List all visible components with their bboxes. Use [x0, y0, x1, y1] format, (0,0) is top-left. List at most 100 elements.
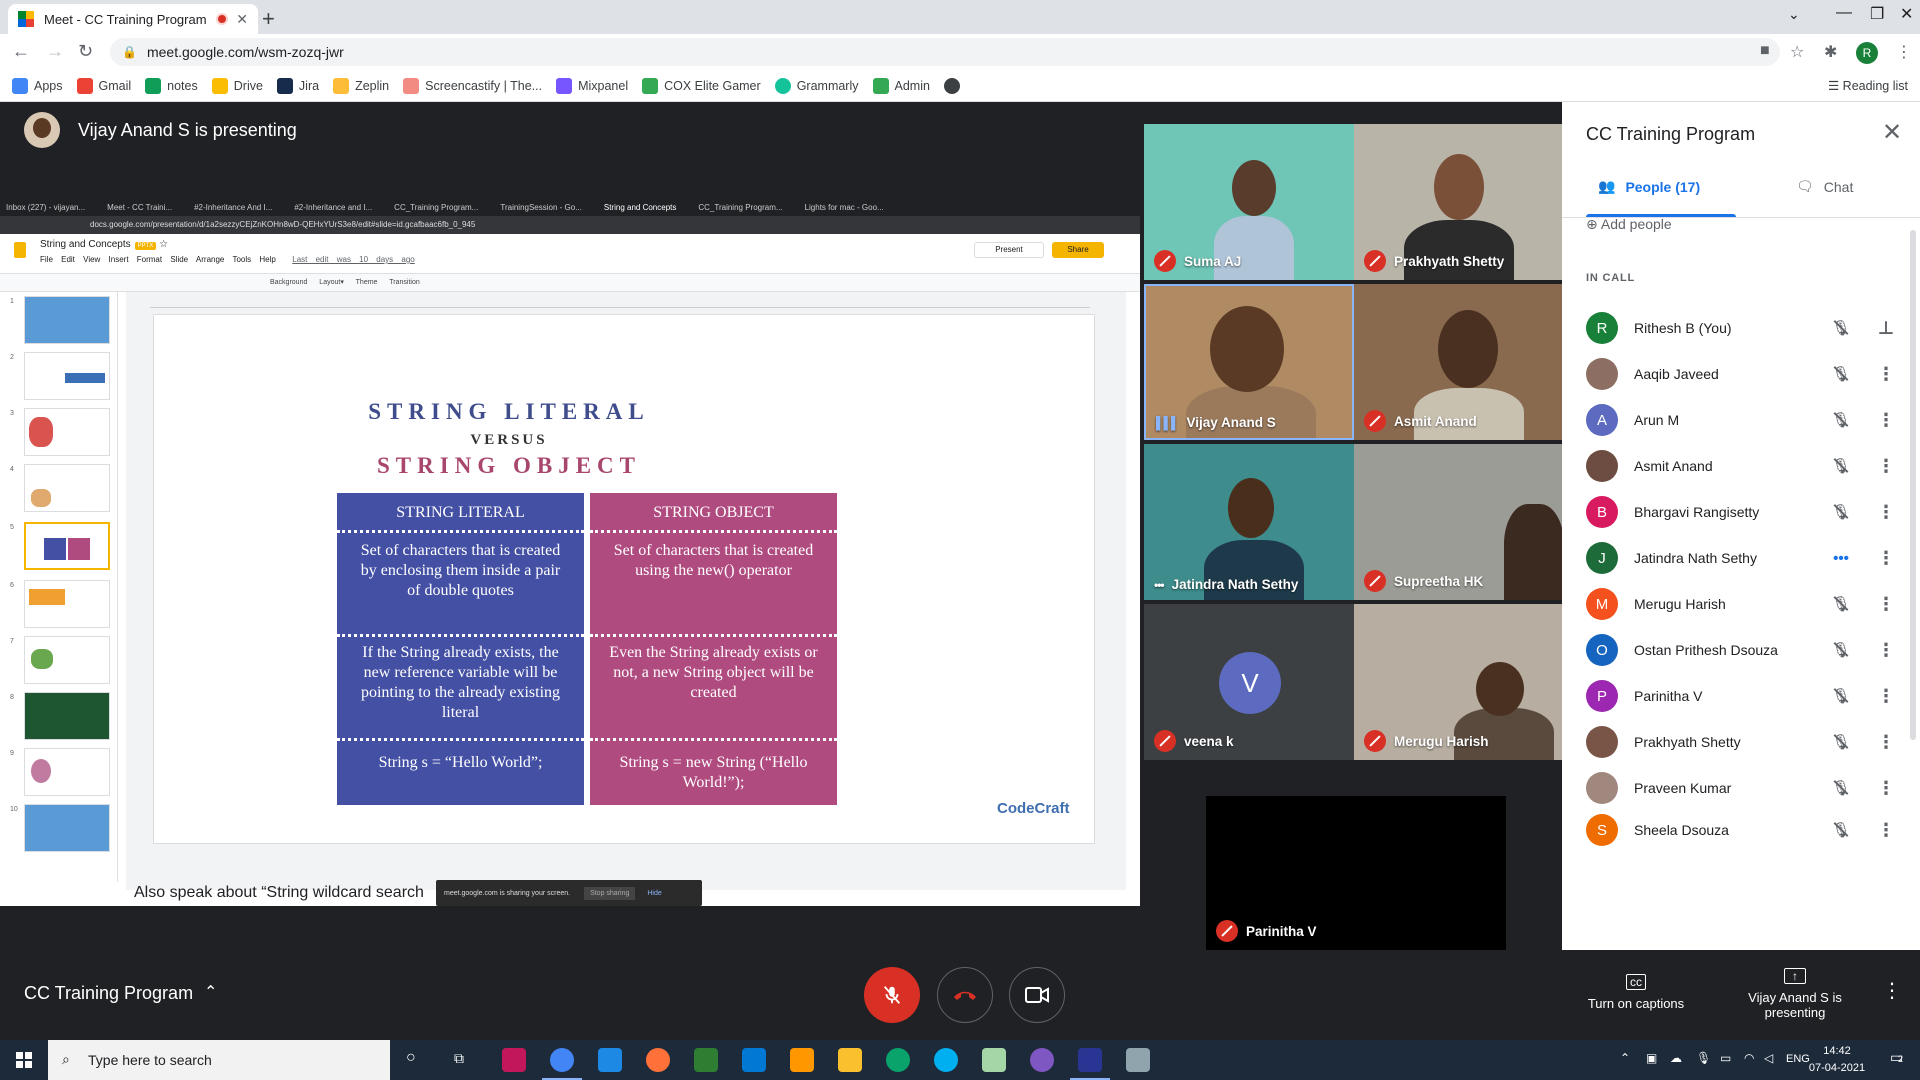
- turn-on-captions-button[interactable]: cc Turn on captions: [1578, 974, 1694, 1011]
- tab-people[interactable]: 👥 People (17): [1598, 178, 1700, 195]
- close-tab-icon[interactable]: ✕: [236, 11, 248, 28]
- forward-arrow-icon[interactable]: →: [46, 41, 64, 62]
- bookmark-notes[interactable]: notes: [145, 77, 198, 94]
- microphone-icon[interactable]: 🎙: [1696, 1051, 1711, 1065]
- windows-start-icon[interactable]: [16, 1052, 32, 1068]
- meeting-details-button[interactable]: CC Training Program: [24, 983, 193, 1004]
- gitkraken-icon[interactable]: [694, 1048, 718, 1072]
- leave-call-button[interactable]: [937, 967, 993, 1023]
- bookmark-mixpanel[interactable]: Mixpanel: [556, 77, 628, 94]
- task-view-icon[interactable]: ⧉: [454, 1050, 464, 1067]
- participant-tile[interactable]: ••• Jatindra Nath Sethy: [1144, 444, 1354, 600]
- participant-row[interactable]: Aaqib Javeed 🎙 ⋮: [1586, 351, 1896, 397]
- more-options-icon[interactable]: ⋮: [1876, 364, 1896, 385]
- chevron-up-icon[interactable]: ⌃: [204, 982, 217, 1002]
- sublime-icon[interactable]: [790, 1048, 814, 1072]
- more-options-icon[interactable]: ⋮: [1876, 686, 1896, 707]
- bookmark-bulb[interactable]: [943, 77, 966, 94]
- more-options-icon[interactable]: ⋮: [1876, 410, 1896, 431]
- profile-avatar[interactable]: R: [1856, 42, 1878, 64]
- presenting-now-button[interactable]: ↑ Vijay Anand S is presenting: [1740, 968, 1850, 1020]
- participant-tile[interactable]: Prakhyath Shetty: [1354, 124, 1562, 280]
- restore-button[interactable]: ❐: [1870, 4, 1884, 24]
- bookmark-cox-elite-gamer[interactable]: COX Elite Gamer: [642, 77, 761, 94]
- participant-tile[interactable]: V veena k: [1144, 604, 1354, 760]
- bookmark-gmail[interactable]: Gmail: [76, 77, 131, 94]
- more-options-icon[interactable]: ⋮: [1876, 548, 1896, 569]
- participant-row[interactable]: B Bhargavi Rangisetty 🎙 ⋮: [1586, 489, 1896, 535]
- system-clock[interactable]: 14:42 07-04-2021: [1802, 1043, 1872, 1077]
- participant-tile[interactable]: Suma AJ: [1144, 124, 1354, 280]
- onedrive-icon[interactable]: ☁: [1670, 1051, 1682, 1065]
- participant-row[interactable]: Asmit Anand 🎙 ⋮: [1586, 443, 1896, 489]
- more-options-icon[interactable]: ⋮: [1876, 640, 1896, 661]
- participant-row[interactable]: R Rithesh B (You) 🎙 ⊥: [1586, 305, 1896, 351]
- minimize-button[interactable]: —: [1836, 4, 1852, 22]
- new-tab-button[interactable]: +: [262, 6, 275, 32]
- more-options-icon[interactable]: ⋮: [1876, 594, 1896, 615]
- bookmark-apps[interactable]: Apps: [12, 77, 63, 94]
- battery-icon[interactable]: ▭: [1720, 1051, 1731, 1065]
- bookmark-zeplin[interactable]: Zeplin: [333, 77, 389, 94]
- more-options-icon[interactable]: ⋮: [1876, 820, 1896, 841]
- more-options-icon[interactable]: ⋮: [1876, 732, 1896, 753]
- taskbar-search-box[interactable]: ⌕ Type here to search: [48, 1040, 390, 1080]
- waves-app-icon[interactable]: [1070, 1048, 1110, 1080]
- reading-list-button[interactable]: ☰ Reading list: [1828, 78, 1908, 93]
- bookmark-grammarly[interactable]: Grammarly: [774, 77, 859, 94]
- bookmark-screencastify[interactable]: Screencastify | The...: [403, 77, 542, 94]
- participant-row[interactable]: A Arun M 🎙 ⋮: [1586, 397, 1896, 443]
- bookmark-jira[interactable]: Jira: [276, 77, 319, 94]
- reload-icon[interactable]: ↻: [78, 41, 93, 62]
- pin-icon[interactable]: ⊥: [1876, 318, 1896, 339]
- vector-app-icon[interactable]: [598, 1048, 622, 1072]
- cortana-icon[interactable]: ○: [406, 1049, 416, 1067]
- skype-icon[interactable]: [934, 1048, 958, 1072]
- more-options-icon[interactable]: ⋮: [1876, 456, 1896, 477]
- tab-search-icon[interactable]: ⌄: [1788, 6, 1800, 23]
- intellij-icon[interactable]: [502, 1048, 526, 1072]
- more-options-icon[interactable]: ⋮: [1876, 502, 1896, 523]
- tray-chevron-icon[interactable]: ⌃: [1620, 1051, 1630, 1065]
- participant-row[interactable]: Praveen Kumar 🎙 ⋮: [1586, 765, 1896, 811]
- paint-icon[interactable]: [1126, 1048, 1150, 1072]
- bookmark-admin[interactable]: Admin: [872, 77, 930, 94]
- participant-tile[interactable]: Merugu Harish: [1354, 604, 1562, 760]
- browser-tab-meet[interactable]: Meet - CC Training Program ✕: [8, 4, 258, 34]
- participant-tile[interactable]: Supreetha HK: [1354, 444, 1562, 600]
- vscode-icon[interactable]: [742, 1048, 766, 1072]
- panel-scrollbar[interactable]: [1910, 230, 1916, 740]
- close-panel-icon[interactable]: ✕: [1882, 118, 1902, 147]
- participant-row[interactable]: P Parinitha V 🎙 ⋮: [1586, 673, 1896, 719]
- more-options-icon[interactable]: ⋮: [1876, 778, 1896, 799]
- participant-row[interactable]: J Jatindra Nath Sethy ••• ⋮: [1586, 535, 1896, 581]
- camera-toggle-button[interactable]: [1009, 967, 1065, 1023]
- file-explorer-icon[interactable]: [838, 1048, 862, 1072]
- chrome-icon[interactable]: [542, 1048, 582, 1080]
- back-arrow-icon[interactable]: ←: [12, 41, 30, 62]
- add-people-button[interactable]: ⊕ Add people: [1586, 216, 1672, 233]
- volume-icon[interactable]: ◁: [1764, 1051, 1773, 1065]
- close-window-button[interactable]: ✕: [1900, 4, 1913, 24]
- bookmark-star-icon[interactable]: ☆: [1790, 42, 1804, 62]
- extensions-icon[interactable]: ✱: [1824, 42, 1837, 62]
- address-bar[interactable]: 🔒 meet.google.com/wsm-zozq-jwr: [110, 38, 1780, 66]
- camera-in-use-icon[interactable]: ■: [1760, 42, 1770, 60]
- eclipse-icon[interactable]: [1030, 1048, 1054, 1072]
- bookmark-drive[interactable]: Drive: [211, 77, 263, 94]
- mic-toggle-button[interactable]: [864, 967, 920, 1023]
- participant-row[interactable]: Prakhyath Shetty 🎙 ⋮: [1586, 719, 1896, 765]
- participant-row[interactable]: M Merugu Harish 🎙 ⋮: [1586, 581, 1896, 627]
- notepad-icon[interactable]: [982, 1048, 1006, 1072]
- participant-row[interactable]: S Sheela Dsouza 🎙 ⋮: [1586, 811, 1896, 849]
- edge-icon[interactable]: [886, 1048, 910, 1072]
- participant-tile[interactable]: Parinitha V: [1206, 796, 1506, 950]
- language-indicator[interactable]: ENG: [1786, 1053, 1810, 1065]
- wifi-icon[interactable]: ◠: [1744, 1051, 1754, 1065]
- browser-menu-icon[interactable]: ⋮: [1896, 42, 1912, 62]
- tray-app-icon[interactable]: ▣: [1646, 1051, 1657, 1065]
- more-options-icon[interactable]: ⋮: [1882, 978, 1902, 1003]
- firefox-icon[interactable]: [646, 1048, 670, 1072]
- participant-tile[interactable]: Asmit Anand: [1354, 284, 1562, 440]
- participant-tile-speaking[interactable]: ▌▌▌ Vijay Anand S: [1144, 284, 1354, 440]
